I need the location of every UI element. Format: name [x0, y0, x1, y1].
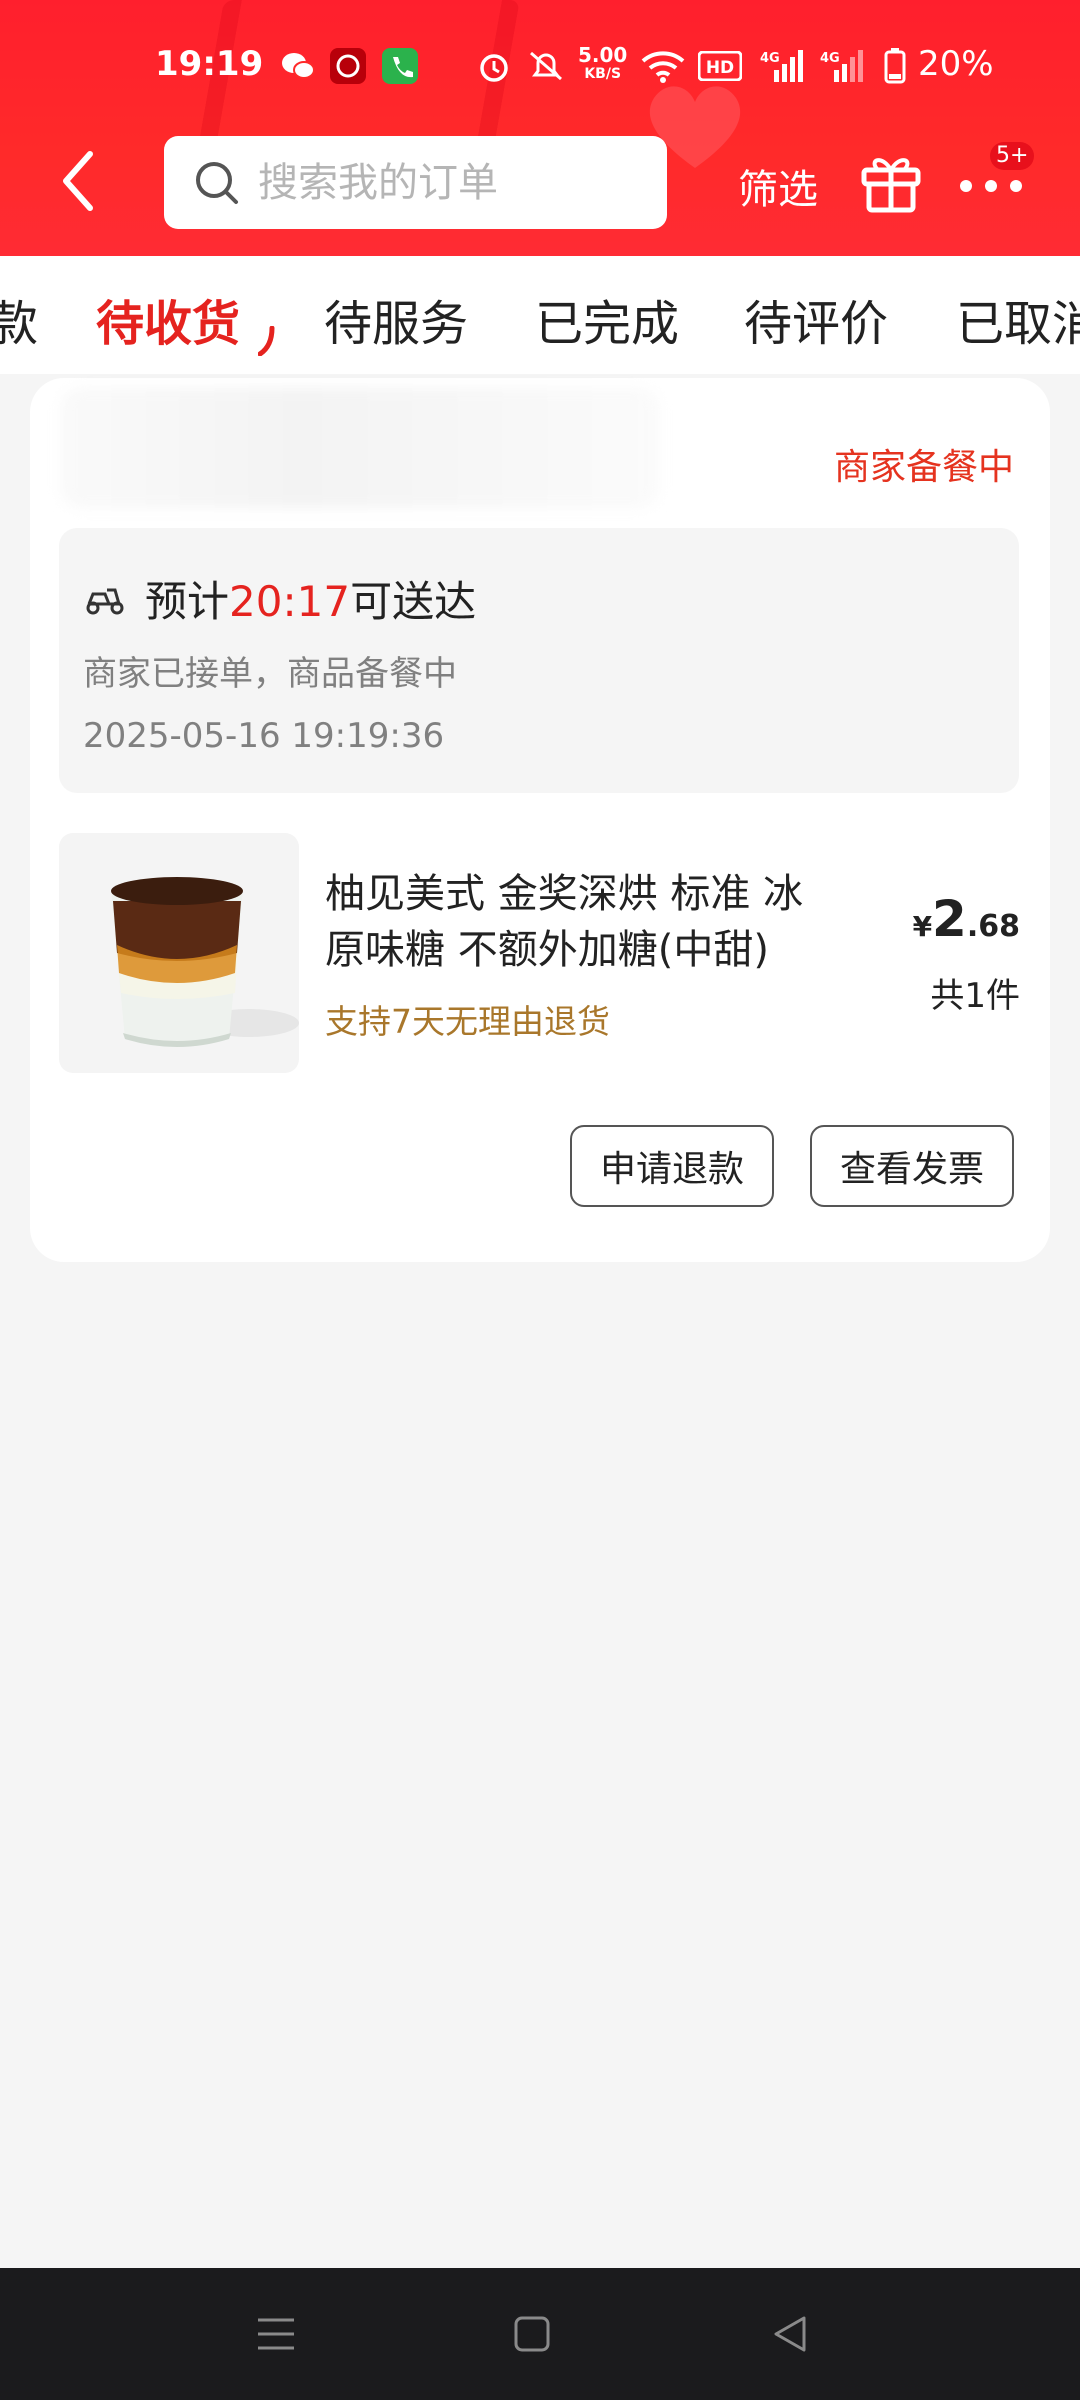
network-speed: 5.00 KB/S: [578, 43, 628, 84]
system-navigation-bar: [0, 2268, 1080, 2400]
tab-cancelled[interactable]: 已取消: [956, 284, 1080, 354]
active-tab-indicator: [258, 326, 275, 356]
more-options-icon[interactable]: [956, 166, 1026, 196]
order-status: 商家备餐中: [833, 447, 1014, 488]
delivery-description: 商家已接单，商品备餐中: [83, 654, 457, 694]
menu-icon[interactable]: [254, 2312, 298, 2356]
mute-icon: [526, 48, 566, 84]
tab-refund[interactable]: 款: [0, 284, 38, 354]
price-currency: ¥: [912, 910, 933, 943]
wifi-icon: [640, 48, 686, 84]
eta-text: 预计20:17可送达: [145, 568, 476, 629]
home-icon[interactable]: [510, 2312, 554, 2356]
view-invoice-button[interactable]: 查看发票: [810, 1125, 1014, 1207]
price-decimal: .68: [966, 909, 1020, 944]
price-integer: 2: [932, 890, 967, 948]
filter-button[interactable]: 筛选: [738, 157, 818, 215]
back-nav-icon[interactable]: [768, 2312, 812, 2356]
search-bar[interactable]: [164, 136, 667, 229]
status-time: 19:19: [155, 44, 264, 84]
product-name[interactable]: 柚见美式 金奖深烘 标准 冰 原味糖 不额外加糖(中甜): [325, 866, 845, 978]
iced-coffee-glass-icon: [111, 877, 299, 1047]
delivery-timestamp: 2025-05-16 19:19:36: [83, 716, 445, 756]
status-bar: 19:19 5.00 KB/S HD 4G 4G 20%: [0, 0, 1080, 140]
notification-badge: 5+: [990, 142, 1035, 170]
phone-app-icon: [382, 48, 418, 84]
search-icon: [196, 161, 238, 204]
product-quantity: 共1件: [930, 976, 1020, 1016]
header: 19:19 5.00 KB/S HD 4G 4G 20% 搜索我的订单 筛选 5…: [0, 0, 1080, 256]
hd-label: HD: [706, 58, 734, 78]
delivery-info[interactable]: 预计20:17可送达 商家已接单，商品备餐中 2025-05-16 19:19:…: [59, 528, 1019, 793]
battery-percent: 20%: [918, 44, 994, 84]
tab-to-review[interactable]: 待评价: [744, 284, 888, 354]
back-arrow-icon[interactable]: [56, 146, 106, 216]
eta-suffix: 可送达: [350, 577, 477, 626]
product-image[interactable]: [59, 833, 299, 1073]
eta-prefix: 预计: [145, 577, 230, 626]
speed-value: 5.00: [578, 43, 628, 67]
eta-time: 20:17: [229, 577, 351, 626]
network-type-1: 4G: [760, 51, 780, 66]
return-policy: 支持7天无理由退货: [325, 1002, 610, 1041]
tab-to-serve[interactable]: 待服务: [324, 284, 468, 354]
product-price: ¥2.68: [913, 890, 1020, 948]
store-name-blurred: [60, 388, 660, 508]
hd-icon: HD: [698, 48, 742, 84]
gift-icon[interactable]: [860, 150, 922, 214]
alarm-icon: [476, 48, 512, 84]
bank-app-icon: [330, 48, 366, 84]
refund-button[interactable]: 申请退款: [570, 1125, 774, 1207]
search-input[interactable]: [256, 158, 660, 207]
tab-completed[interactable]: 已完成: [535, 284, 679, 354]
tab-to-receive[interactable]: 待收货: [96, 284, 240, 354]
scooter-icon: [86, 588, 124, 615]
battery-icon: [882, 48, 908, 84]
signal-1-icon: 4G: [760, 48, 806, 84]
signal-2-icon: 4G: [820, 48, 866, 84]
network-type-2: 4G: [820, 51, 840, 66]
order-tabs: 款 待收货 待服务 已完成 待评价 已取消: [0, 256, 1080, 374]
wechat-icon: [280, 48, 316, 84]
speed-unit: KB/S: [584, 66, 622, 82]
order-card[interactable]: 商家备餐中 预计20:17可送达 商家已接单，商品备餐中 2025-05-16 …: [30, 378, 1050, 1262]
